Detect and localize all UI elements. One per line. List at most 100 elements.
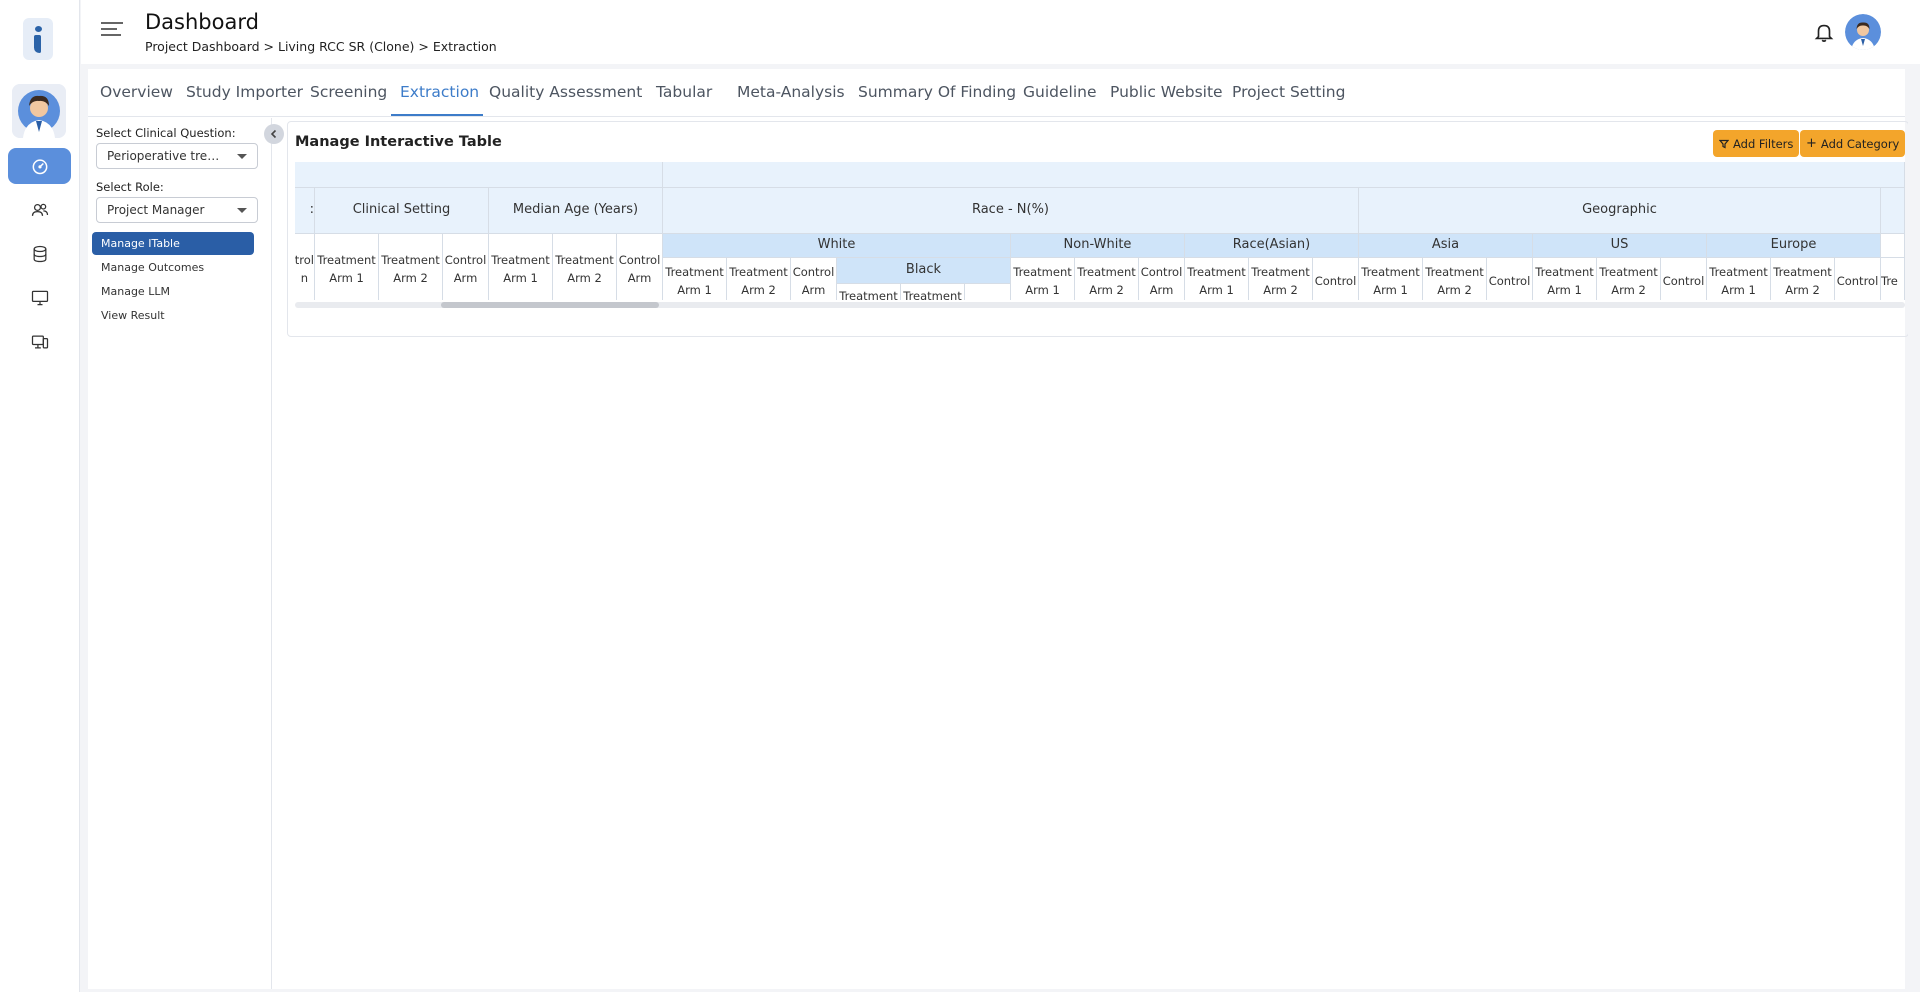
table-cell-cut: trol n (295, 234, 315, 300)
table-header-black: Black (837, 258, 1011, 284)
user-avatar[interactable] (12, 84, 66, 138)
table-cell-cut: Tre (1881, 258, 1905, 300)
interactive-table-panel: Manage Interactive Table Add Filters + A… (287, 121, 1909, 337)
content-card: Overview Study Importer Screening Extrac… (88, 69, 1909, 989)
tab-guideline[interactable]: Guideline (1023, 83, 1097, 101)
role-value: Project Manager (107, 203, 205, 217)
table-cell-control-arm: Control Arm (617, 234, 663, 300)
table-header-non-white: Non-White (1011, 234, 1185, 258)
tab-extraction[interactable]: Extraction (400, 83, 479, 101)
table-header-geographic: Geographic (1359, 188, 1881, 234)
table-header-white: White (663, 234, 1011, 258)
table-cell-control-arm: Control Arm (791, 258, 837, 300)
table-header-race-asian: Race(Asian) (1185, 234, 1359, 258)
users-icon (31, 203, 48, 216)
bell-icon[interactable] (1813, 20, 1835, 44)
menu-icon[interactable] (101, 22, 123, 40)
add-filters-button[interactable]: Add Filters (1713, 130, 1800, 157)
top-header: Dashboard Project Dashboard > Living RCC… (81, 0, 1920, 64)
left-rail (0, 0, 80, 992)
tab-tabular[interactable]: Tabular (656, 83, 712, 101)
tab-quality-assessment[interactable]: Quality Assessment (489, 83, 642, 101)
devices-nav-button[interactable] (8, 324, 71, 360)
clinical-question-select[interactable]: Perioperative treat... (96, 143, 258, 169)
table-cell-treatment-arm-1: Treatment Arm 1 (1185, 258, 1249, 300)
table-header-clinical-setting: Clinical Setting (315, 188, 489, 234)
dashboard-nav-button[interactable] (8, 148, 71, 184)
table-header-cut: : (295, 188, 315, 234)
table-cell-treatment-arm-2: Treatment Arm 2 (1249, 258, 1313, 300)
panel-title: Manage Interactive Table (295, 134, 502, 150)
table-cell-treatment-arm-2: Treatment Arm 2 (1423, 258, 1487, 300)
table-cell-treatment-arm-1: Treatment Arm 1 (1533, 258, 1597, 300)
active-tab-indicator (391, 114, 483, 116)
table-cell-treatment-arm-1: Treatment Arm 1 (837, 284, 901, 300)
page-title: Dashboard (145, 10, 259, 34)
add-filters-label: Add Filters (1733, 136, 1794, 151)
nav-manage-itable[interactable]: Manage ITable (92, 232, 254, 255)
table-cell-treatment-arm-2: Treatment Arm 2 (1597, 258, 1661, 300)
database-nav-button[interactable] (8, 236, 71, 272)
users-nav-button[interactable] (8, 192, 71, 228)
table-header-europe: Europe (1707, 234, 1881, 258)
table-cell-treatment-arm-1: Treatment Arm 1 (1011, 258, 1075, 300)
table-cell-control: Control (1487, 258, 1533, 300)
table-header-blank (1881, 188, 1905, 234)
table-cell-treatment-arm-1: Treatment Arm 1 (663, 258, 727, 300)
table-header-blank (1881, 234, 1905, 258)
table-header-us: US (1533, 234, 1707, 258)
table-cell-treatment-arm-1: Treatment Arm 1 (315, 234, 379, 300)
table-cell-control-arm: Control Arm (1139, 258, 1185, 300)
monitor-icon (31, 290, 48, 306)
gauge-icon (32, 159, 47, 175)
database-icon (33, 245, 46, 263)
table-cell-control-arm: Control Arm (443, 234, 489, 300)
breadcrumb: Project Dashboard > Living RCC SR (Clone… (145, 39, 497, 54)
table-header-blank (295, 162, 663, 188)
nav-manage-outcomes[interactable]: Manage Outcomes (92, 256, 254, 279)
tab-study-importer[interactable]: Study Importer (186, 83, 303, 101)
clinical-question-value: Perioperative treat... (107, 149, 222, 163)
scrollbar-thumb[interactable] (441, 302, 659, 308)
add-category-button[interactable]: + Add Category (1800, 130, 1906, 157)
nav-view-result[interactable]: View Result (92, 304, 254, 327)
chevron-down-icon (237, 154, 247, 159)
table-cell-control: Control (1835, 258, 1881, 300)
monitor-nav-button[interactable] (8, 280, 71, 316)
table-cell-treatment-arm-1: Treatment Arm 1 (489, 234, 553, 300)
table-cell-treatment-arm-2: Treatment Arm 2 (901, 284, 965, 300)
plus-icon: + (1806, 136, 1817, 151)
table-horizontal-scrollbar[interactable] (295, 302, 1905, 308)
tab-public-website[interactable]: Public Website (1110, 83, 1223, 101)
devices-icon (31, 335, 48, 349)
app-logo[interactable] (23, 18, 53, 60)
tab-meta-analysis[interactable]: Meta-Analysis (737, 83, 845, 101)
table-cell-treatment-arm-2: Treatment Arm 2 (727, 258, 791, 300)
tab-summary-of-finding[interactable]: Summary Of Finding (858, 83, 1016, 101)
collapse-panel-button[interactable] (264, 124, 284, 144)
filter-icon (1719, 139, 1729, 148)
profile-avatar[interactable] (1845, 14, 1881, 50)
role-select[interactable]: Project Manager (96, 197, 258, 223)
role-label: Select Role: (96, 180, 164, 194)
tab-project-setting[interactable]: Project Setting (1232, 83, 1345, 101)
extraction-side-panel: Select Clinical Question: Perioperative … (88, 118, 272, 989)
table-header-race: Race - N(%) (663, 188, 1359, 234)
add-category-label: Add Category (1820, 136, 1900, 151)
interactive-table: : Clinical Setting Median Age (Years) Ra… (295, 162, 1905, 300)
table-cell-control: Control (1313, 258, 1359, 300)
table-cell-treatment-arm-2: Treatment Arm 2 (553, 234, 617, 300)
chevron-down-icon (237, 208, 247, 213)
table-header-median-age: Median Age (Years) (489, 188, 663, 234)
table-cell-control: Control (1661, 258, 1707, 300)
chevron-left-icon (270, 129, 277, 139)
nav-manage-llm[interactable]: Manage LLM (92, 280, 254, 303)
page-scrollbar[interactable] (1908, 64, 1916, 990)
tab-overview[interactable]: Overview (100, 83, 173, 101)
tab-screening[interactable]: Screening (310, 83, 387, 101)
table-cell-treatment-arm-2: Treatment Arm 2 (379, 234, 443, 300)
table-cell-treatment-arm-2: Treatment Arm 2 (1075, 258, 1139, 300)
tab-bar: Overview Study Importer Screening Extrac… (88, 69, 1905, 117)
clinical-question-label: Select Clinical Question: (96, 126, 236, 140)
table-cell-treatment-arm-1: Treatment Arm 1 (1707, 258, 1771, 300)
